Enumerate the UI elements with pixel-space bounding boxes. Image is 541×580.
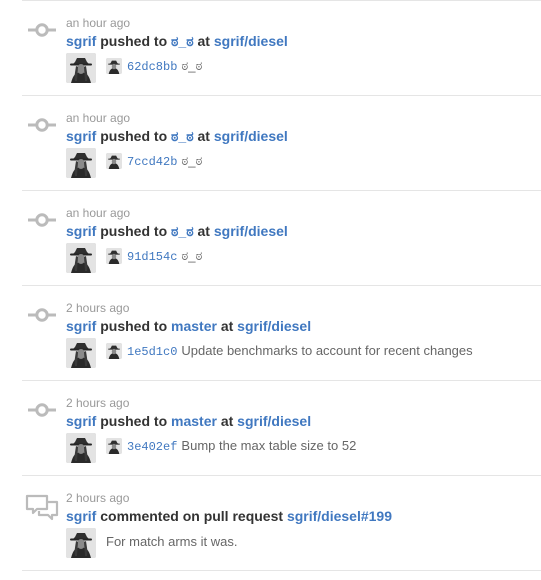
commit-message: ಠ_ಠ bbox=[181, 248, 203, 263]
repo-link[interactable]: sgrif/diesel bbox=[237, 413, 311, 429]
feed-event: an hour ago sgrif pushed to ಠ_ಠ at sgrif… bbox=[0, 1, 541, 96]
actor-link[interactable]: sgrif bbox=[66, 33, 96, 49]
avatar[interactable] bbox=[66, 53, 96, 83]
feed-event: 2 hours ago sgrif pushed to master at sg… bbox=[0, 381, 541, 476]
repo-link[interactable]: sgrif/diesel bbox=[214, 33, 288, 49]
event-action: pushed to bbox=[100, 128, 168, 144]
event-timestamp: an hour ago bbox=[66, 206, 131, 220]
commit-author-avatar[interactable] bbox=[106, 58, 122, 74]
commit-author-avatar[interactable] bbox=[106, 343, 122, 359]
event-action: pushed to bbox=[100, 413, 168, 429]
repo-link[interactable]: sgrif/diesel bbox=[237, 318, 311, 334]
commit-message: ಠ_ಠ bbox=[181, 58, 203, 73]
branch-link[interactable]: master bbox=[171, 413, 217, 429]
commit-line: 91d154c ಠ_ಠ bbox=[127, 248, 202, 265]
commit-message: Update benchmarks to account for recent … bbox=[181, 343, 473, 358]
feed-event: an hour ago sgrif pushed to ಠ_ಠ at sgrif… bbox=[0, 191, 541, 286]
commit-line: 1e5d1c0 Update benchmarks to account for … bbox=[127, 343, 473, 360]
actor-link[interactable]: sgrif bbox=[66, 413, 96, 429]
event-title: sgrif pushed to ಠ_ಠ at sgrif/diesel bbox=[66, 32, 288, 50]
avatar[interactable] bbox=[66, 433, 96, 463]
avatar[interactable] bbox=[66, 243, 96, 273]
commit-line: 62dc8bb ಠ_ಠ bbox=[127, 58, 202, 75]
commit-sha-link[interactable]: 7ccd42b bbox=[127, 155, 177, 169]
event-preposition: at bbox=[197, 33, 210, 49]
event-timestamp: 2 hours ago bbox=[66, 491, 130, 505]
comment-discussion-icon bbox=[25, 494, 59, 521]
event-title: sgrif pushed to ಠ_ಠ at sgrif/diesel bbox=[66, 222, 288, 240]
event-preposition: at bbox=[220, 318, 234, 334]
event-preposition: at bbox=[197, 128, 210, 144]
commit-author-avatar[interactable] bbox=[106, 153, 122, 169]
event-action: pushed to bbox=[100, 33, 168, 49]
avatar[interactable] bbox=[66, 338, 96, 368]
git-commit-icon bbox=[28, 213, 56, 227]
branch-link[interactable]: ಠ_ಠ bbox=[171, 128, 194, 144]
branch-link[interactable]: master bbox=[171, 318, 217, 334]
comment-body: For match arms it was. bbox=[106, 534, 238, 549]
event-preposition: at bbox=[220, 413, 234, 429]
repo-link[interactable]: sgrif/diesel bbox=[214, 128, 288, 144]
feed-event: 2 hours ago sgrif pushed to master at sg… bbox=[0, 286, 541, 381]
commit-author-avatar[interactable] bbox=[106, 248, 122, 264]
event-timestamp: an hour ago bbox=[66, 16, 131, 30]
commit-sha-link[interactable]: 62dc8bb bbox=[127, 60, 177, 74]
commit-line: 7ccd42b ಠ_ಠ bbox=[127, 153, 202, 170]
event-timestamp: 2 hours ago bbox=[66, 301, 130, 315]
actor-link[interactable]: sgrif bbox=[66, 508, 96, 524]
event-timestamp: an hour ago bbox=[66, 111, 131, 125]
commit-line: 3e402ef Bump the max table size to 52 bbox=[127, 438, 356, 455]
repo-link[interactable]: sgrif/diesel bbox=[214, 223, 288, 239]
event-title: sgrif commented on pull request sgrif/di… bbox=[66, 507, 392, 525]
avatar[interactable] bbox=[66, 148, 96, 178]
commit-sha-link[interactable]: 3e402ef bbox=[127, 440, 177, 454]
event-action: pushed to bbox=[100, 318, 168, 334]
branch-link[interactable]: ಠ_ಠ bbox=[171, 223, 194, 239]
event-preposition: at bbox=[197, 223, 210, 239]
commit-author-avatar[interactable] bbox=[106, 438, 122, 454]
pull-request-link[interactable]: sgrif/diesel#199 bbox=[287, 508, 392, 524]
commit-message: Bump the max table size to 52 bbox=[181, 438, 357, 453]
actor-link[interactable]: sgrif bbox=[66, 128, 96, 144]
actor-link[interactable]: sgrif bbox=[66, 318, 96, 334]
feed-event: 2 hours ago sgrif commented on pull requ… bbox=[0, 476, 541, 571]
actor-link[interactable]: sgrif bbox=[66, 223, 96, 239]
feed-divider bbox=[22, 570, 541, 571]
branch-link[interactable]: ಠ_ಠ bbox=[171, 33, 194, 49]
git-commit-icon bbox=[28, 23, 56, 37]
git-commit-icon bbox=[28, 403, 56, 417]
event-action: pushed to bbox=[100, 223, 168, 239]
git-commit-icon bbox=[28, 308, 56, 322]
event-timestamp: 2 hours ago bbox=[66, 396, 130, 410]
avatar[interactable] bbox=[66, 528, 96, 558]
event-title: sgrif pushed to ಠ_ಠ at sgrif/diesel bbox=[66, 127, 288, 145]
git-commit-icon bbox=[28, 118, 56, 132]
commit-message: ಠ_ಠ bbox=[181, 153, 203, 168]
commit-sha-link[interactable]: 1e5d1c0 bbox=[127, 345, 177, 359]
event-title: sgrif pushed to master at sgrif/diesel bbox=[66, 317, 311, 335]
event-title: sgrif pushed to master at sgrif/diesel bbox=[66, 412, 311, 430]
feed-event: an hour ago sgrif pushed to ಠ_ಠ at sgrif… bbox=[0, 96, 541, 191]
event-action: commented on pull request bbox=[100, 508, 284, 524]
commit-sha-link[interactable]: 91d154c bbox=[127, 250, 177, 264]
